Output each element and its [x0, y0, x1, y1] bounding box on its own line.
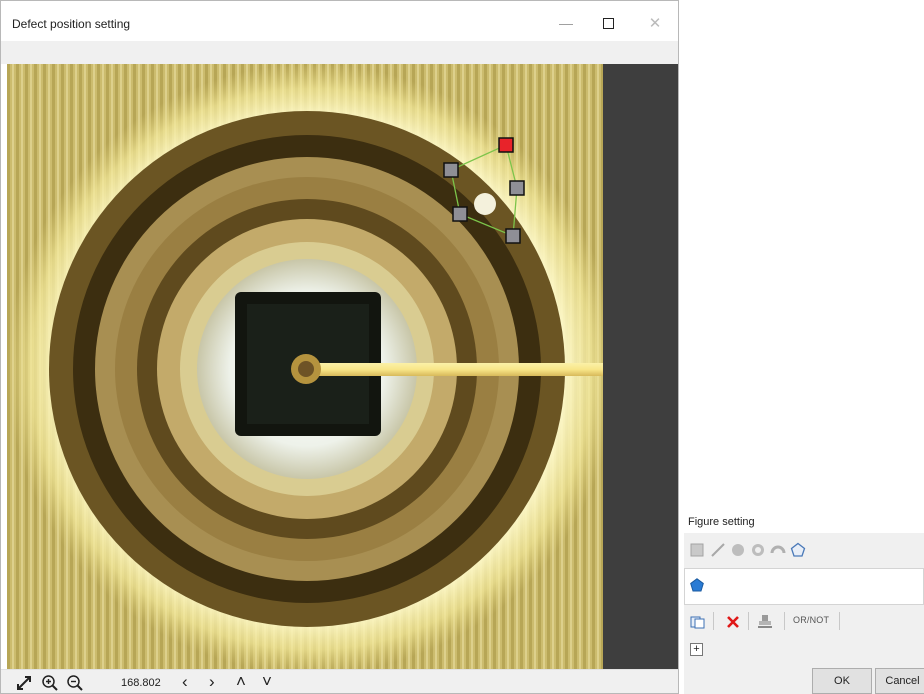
nav-left-button[interactable]: ‹	[182, 672, 188, 692]
arc-shape-icon[interactable]	[770, 542, 786, 558]
defect-position-window: Defect position setting — ✕ 168.802 ‹ › …	[0, 0, 679, 694]
figure-list[interactable]	[684, 568, 924, 605]
viewer-side-panel	[603, 64, 678, 669]
polygon-vertex[interactable]	[505, 228, 521, 244]
minimize-icon: —	[559, 15, 573, 31]
close-button[interactable]: ✕	[641, 10, 669, 36]
title-bar[interactable]: Defect position setting — ✕	[1, 1, 678, 41]
nav-right-button[interactable]: ›	[209, 672, 215, 692]
figure-setting-panel: OR/NOT + OK Cancel	[684, 533, 924, 694]
viewer-bottom-toolbar: 168.802 ‹ › ˄ ˅	[1, 669, 678, 693]
tool-strip	[1, 41, 678, 64]
fit-view-icon[interactable]	[15, 673, 33, 693]
copy-icon[interactable]	[689, 613, 707, 631]
polygon-vertex[interactable]	[509, 180, 525, 196]
list-item[interactable]	[690, 578, 704, 597]
maximize-icon	[602, 17, 614, 29]
bond-wire	[305, 363, 603, 376]
zoom-value: 168.802	[121, 677, 161, 689]
defect-spot	[474, 193, 496, 215]
polygon-shape-icon[interactable]	[790, 542, 806, 558]
shape-toolbar	[684, 533, 924, 567]
delete-icon[interactable]	[724, 613, 742, 631]
close-icon: ✕	[648, 15, 662, 32]
image-viewer[interactable]	[7, 64, 603, 669]
polygon-vertex[interactable]	[452, 206, 468, 222]
window-title: Defect position setting	[12, 17, 131, 31]
circle-shape-icon[interactable]	[730, 542, 746, 558]
line-shape-icon[interactable]	[710, 542, 726, 558]
polygon-vertex[interactable]	[443, 162, 459, 178]
minimize-button[interactable]: —	[552, 10, 580, 36]
expand-button[interactable]: +	[690, 643, 703, 656]
rectangle-shape-icon[interactable]	[689, 542, 705, 558]
polygon-figure-icon	[690, 578, 704, 592]
cancel-button[interactable]: Cancel	[875, 668, 924, 694]
figure-actions-toolbar: OR/NOT	[684, 607, 924, 637]
stamp-icon[interactable]	[756, 613, 774, 631]
ring-shape-icon[interactable]	[750, 542, 766, 558]
maximize-button[interactable]	[594, 10, 622, 36]
nav-up-button[interactable]: ˄	[236, 672, 246, 692]
polygon-vertex-selected[interactable]	[498, 137, 514, 153]
zoom-in-icon[interactable]	[40, 673, 60, 693]
figure-setting-title: Figure setting	[688, 516, 755, 528]
inspection-image	[7, 64, 603, 669]
ok-button[interactable]: OK	[812, 668, 872, 694]
or-not-button[interactable]: OR/NOT	[793, 615, 829, 625]
zoom-out-icon[interactable]	[65, 673, 85, 693]
nav-down-button[interactable]: ˅	[262, 672, 272, 692]
